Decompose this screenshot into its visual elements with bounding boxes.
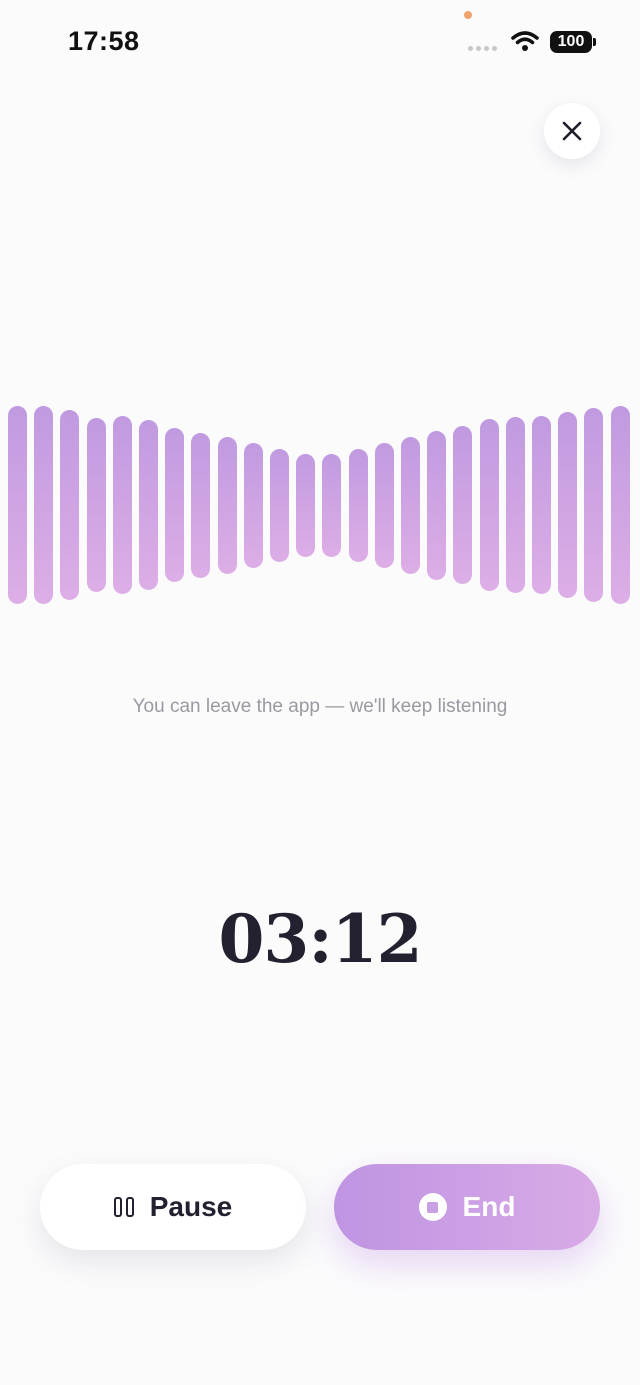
wifi-icon (511, 31, 539, 51)
waveform-bar (322, 454, 341, 557)
close-icon (562, 121, 582, 141)
background-listening-hint: You can leave the app — we'll keep liste… (132, 696, 508, 717)
waveform-bar (165, 428, 184, 582)
end-label: End (462, 1191, 516, 1222)
waveform-bar (349, 449, 368, 562)
waveform-bar (113, 416, 132, 594)
battery-indicator: 100 (550, 31, 592, 53)
waveform-bar (34, 406, 53, 604)
waveform-bar (60, 410, 79, 600)
waveform-bar (218, 437, 237, 574)
privacy-indicator-dot (464, 11, 472, 19)
waveform-bar (453, 426, 472, 584)
waveform-bar (584, 408, 603, 602)
waveform-bar (480, 419, 499, 591)
waveform-bar (427, 431, 446, 580)
waveform-bar (8, 406, 27, 604)
waveform-bar (244, 443, 263, 568)
elapsed-timer: 03:12 (218, 900, 422, 978)
pause-button[interactable]: Pause (40, 1164, 306, 1250)
pause-label: Pause (149, 1191, 233, 1222)
audio-waveform (0, 400, 640, 610)
waveform-bar (87, 418, 106, 592)
status-time: 17:58 (68, 26, 140, 56)
waveform-bar (296, 454, 315, 557)
waveform-bar (532, 416, 551, 594)
battery-tip (593, 38, 596, 46)
waveform-bar (139, 420, 158, 590)
close-button[interactable] (544, 103, 600, 159)
waveform-bar (558, 412, 577, 598)
waveform-bar (401, 437, 420, 574)
waveform-bar (506, 417, 525, 593)
waveform-bar (375, 443, 394, 568)
pause-icon (113, 1197, 134, 1217)
cellular-signal-icon (468, 46, 497, 51)
waveform-bar (191, 433, 210, 578)
end-button[interactable]: End (334, 1164, 600, 1250)
stop-icon (418, 1193, 447, 1221)
waveform-bar (611, 406, 630, 604)
waveform-bar (270, 449, 289, 562)
